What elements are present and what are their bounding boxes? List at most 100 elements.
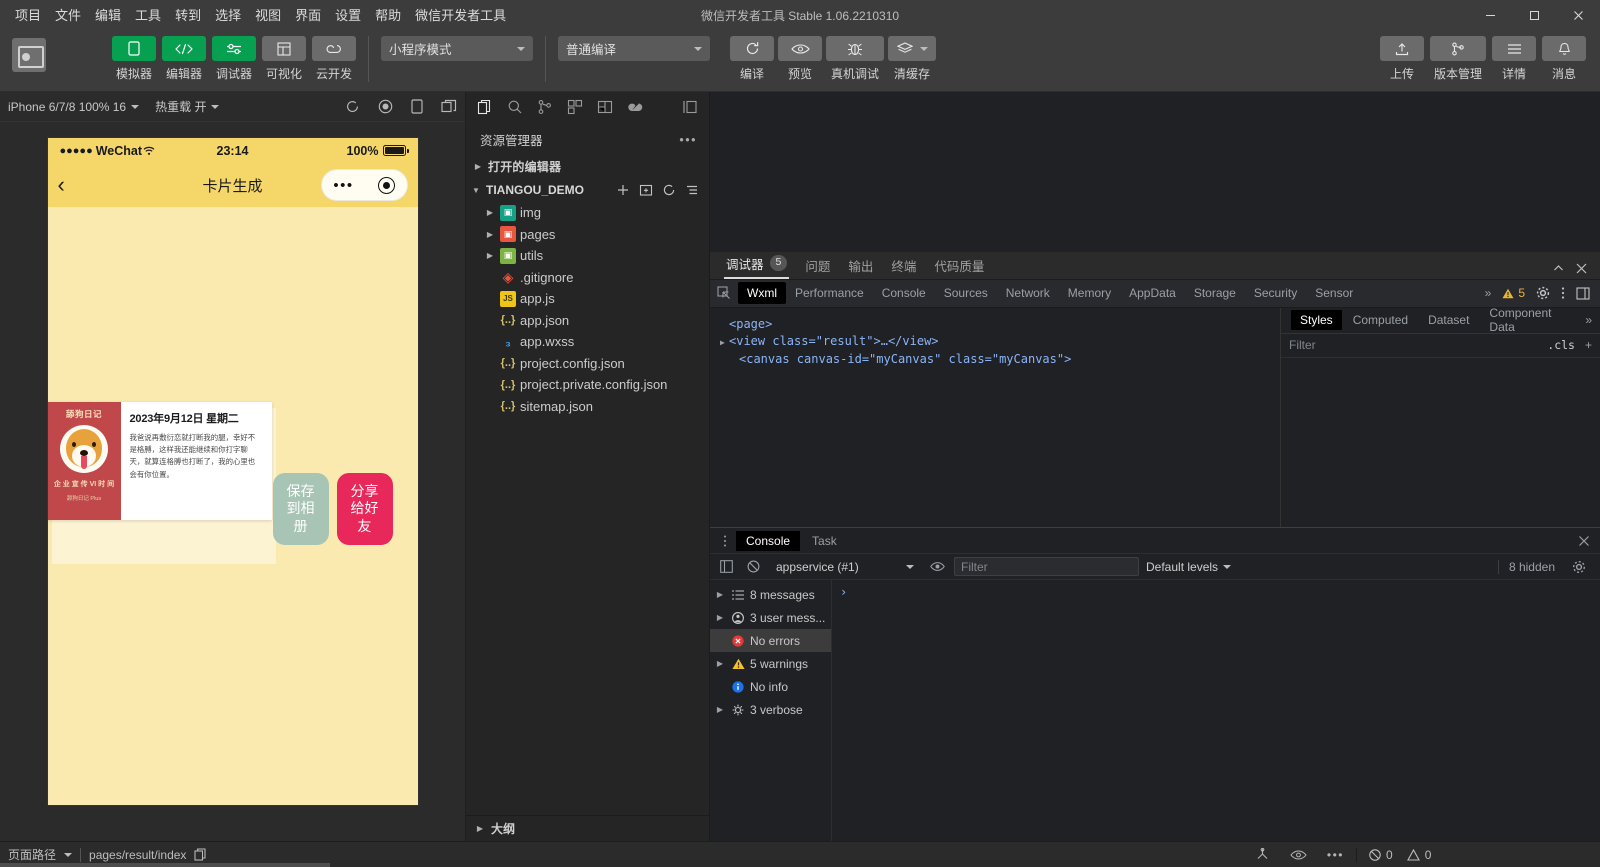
dom-line[interactable]: <page> xyxy=(720,316,1280,333)
overflow-icon[interactable]: » xyxy=(1485,286,1492,300)
gear-icon[interactable] xyxy=(1562,560,1594,574)
menu-item-goto[interactable]: 转到 xyxy=(168,5,208,26)
phone-screen[interactable]: ●●●●● WeChat 23:14 100% ‹ 卡片生成 ••• 舔狗日记 … xyxy=(47,138,418,805)
more-icon[interactable]: ••• xyxy=(1327,848,1344,862)
eye-icon[interactable] xyxy=(1290,849,1307,861)
menu-item-devtools[interactable]: 微信开发者工具 xyxy=(408,5,513,26)
wxml-dom-tree[interactable]: <page> ▶ <view class="result">…</view> <c… xyxy=(710,308,1280,528)
device-select[interactable]: iPhone 6/7/8 100% 16 xyxy=(8,100,140,114)
refresh-icon[interactable] xyxy=(345,99,360,114)
explorer-more-icon[interactable]: ••• xyxy=(679,133,697,147)
extensions-icon[interactable] xyxy=(560,93,590,121)
menu-item-help[interactable]: 帮助 xyxy=(368,5,408,26)
multiscreen-icon[interactable] xyxy=(441,99,457,114)
devtools-tab-performance[interactable]: Performance xyxy=(786,282,873,304)
menu-item-file[interactable]: 文件 xyxy=(48,5,88,26)
project-root-row[interactable]: ▼ TIANGOU_DEMO xyxy=(466,178,709,202)
copy-icon[interactable] xyxy=(194,848,207,861)
menu-item-settings[interactable]: 设置 xyxy=(328,5,368,26)
devtools-tab-wxml[interactable]: Wxml xyxy=(738,282,786,304)
tree-item-appjs[interactable]: JS app.js xyxy=(466,288,709,310)
devtools-tab-console[interactable]: Console xyxy=(873,282,935,304)
drawer-kebab-icon[interactable] xyxy=(716,534,734,548)
tree-item-pages[interactable]: ▶ ▣ pages xyxy=(466,224,709,246)
error-count-group[interactable]: 0 xyxy=(1369,848,1393,862)
menu-item-select[interactable]: 选择 xyxy=(208,5,248,26)
wechat-capsule[interactable]: ••• xyxy=(320,169,408,201)
devtools-tab-memory[interactable]: Memory xyxy=(1059,282,1120,304)
menu-item-interface[interactable]: 界面 xyxy=(288,5,328,26)
clear-console-icon[interactable] xyxy=(743,557,763,577)
warning-count-chip[interactable]: 5 xyxy=(1502,286,1525,300)
tree-icon[interactable] xyxy=(1255,847,1270,862)
toolbar-button-preview[interactable]: 预览 xyxy=(778,36,822,82)
warning-count-group[interactable]: 0 xyxy=(1406,848,1431,862)
rotate-icon[interactable] xyxy=(411,99,423,114)
hot-reload-select[interactable]: 热重载 开 xyxy=(155,98,220,115)
collapse-icon[interactable] xyxy=(1552,262,1565,275)
console-sidebar-item-messages[interactable]: ▶ 8 messages xyxy=(710,583,831,606)
chevron-right-icon[interactable]: ▶ xyxy=(714,613,726,622)
styles-tab-computed[interactable]: Computed xyxy=(1344,310,1417,330)
inspect-element-icon[interactable] xyxy=(710,280,738,306)
console-output[interactable]: › xyxy=(832,580,1600,841)
devtools-tab-network[interactable]: Network xyxy=(997,282,1059,304)
tab-output[interactable]: 输出 xyxy=(846,256,875,279)
search-icon[interactable] xyxy=(500,93,530,121)
back-icon[interactable]: ‹ xyxy=(58,174,65,196)
maximize-icon[interactable] xyxy=(1512,0,1556,30)
horizontal-scrollbar[interactable] xyxy=(0,863,330,867)
tree-item-img[interactable]: ▶ ▣ img xyxy=(466,202,709,224)
console-context-select[interactable]: appservice (#1) xyxy=(770,560,920,574)
close-icon[interactable] xyxy=(1578,535,1600,547)
toolbar-button-compile[interactable]: 编译 xyxy=(730,36,774,82)
sidebar-toggle-icon[interactable] xyxy=(716,557,736,577)
styles-tab-styles[interactable]: Styles xyxy=(1291,310,1342,330)
dom-line[interactable]: ▶ <view class="result">…</view> xyxy=(720,333,1280,351)
minimize-icon[interactable] xyxy=(1468,0,1512,30)
chevron-right-icon[interactable]: ▶ xyxy=(714,590,726,599)
menu-item-edit[interactable]: 编辑 xyxy=(88,5,128,26)
compile-select[interactable]: 普通编译 xyxy=(558,36,710,61)
add-style-rule-button[interactable]: + xyxy=(1585,338,1592,352)
dock-side-icon[interactable] xyxy=(1576,286,1590,300)
open-editors-section[interactable]: ▶ 打开的编辑器 xyxy=(466,155,709,178)
live-expression-icon[interactable] xyxy=(927,557,947,577)
menu-item-view[interactable]: 视图 xyxy=(248,5,288,26)
chevron-right-icon[interactable]: ▶ xyxy=(720,334,729,351)
record-icon[interactable] xyxy=(378,99,393,114)
toolbar-button-version[interactable]: 版本管理 xyxy=(1430,36,1486,82)
console-levels-select[interactable]: Default levels xyxy=(1146,560,1232,574)
toolbar-button-upload[interactable]: 上传 xyxy=(1380,36,1424,82)
tab-terminal[interactable]: 终端 xyxy=(889,256,918,279)
console-sidebar-item-errors[interactable]: No errors xyxy=(710,629,831,652)
console-sidebar-item-info[interactable]: No info xyxy=(710,675,831,698)
styles-tab-dataset[interactable]: Dataset xyxy=(1419,310,1478,330)
toolbar-button-editor[interactable]: 编辑器 xyxy=(162,36,206,82)
mode-select[interactable]: 小程序模式 xyxy=(381,36,533,61)
toolbar-button-details[interactable]: 详情 xyxy=(1492,36,1536,82)
collapse-sidebar-icon[interactable] xyxy=(675,93,705,121)
avatar[interactable] xyxy=(12,38,46,72)
debug-console-icon[interactable] xyxy=(590,93,620,121)
menu-item-project[interactable]: 项目 xyxy=(8,5,48,26)
cls-button[interactable]: .cls xyxy=(1547,338,1575,352)
refresh-icon[interactable] xyxy=(662,183,676,197)
tree-item-projectconfig[interactable]: {..} project.config.json xyxy=(466,353,709,375)
toolbar-button-debugger[interactable]: 调试器 xyxy=(212,36,256,82)
menu-item-tools[interactable]: 工具 xyxy=(128,5,168,26)
console-filter-input[interactable]: Filter xyxy=(954,557,1139,576)
close-icon[interactable] xyxy=(1575,262,1588,275)
files-icon[interactable] xyxy=(470,93,500,121)
chevron-right-icon[interactable]: ▶ xyxy=(714,659,726,668)
capsule-menu-icon[interactable]: ••• xyxy=(333,178,353,193)
devtools-tab-security[interactable]: Security xyxy=(1245,282,1306,304)
toolbar-button-simulator[interactable]: 模拟器 xyxy=(112,36,156,82)
diary-card[interactable]: 舔狗日记 企 业 宣 传 VI 时 间 舔狗日记 Plus 2023年9月12日… xyxy=(47,402,272,520)
toolbar-button-visual[interactable]: 可视化 xyxy=(262,36,306,82)
devtools-tab-sensor[interactable]: Sensor xyxy=(1306,282,1362,304)
tab-codequality[interactable]: 代码质量 xyxy=(932,256,986,279)
kebab-menu-icon[interactable] xyxy=(1561,286,1565,300)
tab-debugger[interactable]: 调试器 5 xyxy=(724,254,790,279)
devtools-tab-appdata[interactable]: AppData xyxy=(1120,282,1185,304)
